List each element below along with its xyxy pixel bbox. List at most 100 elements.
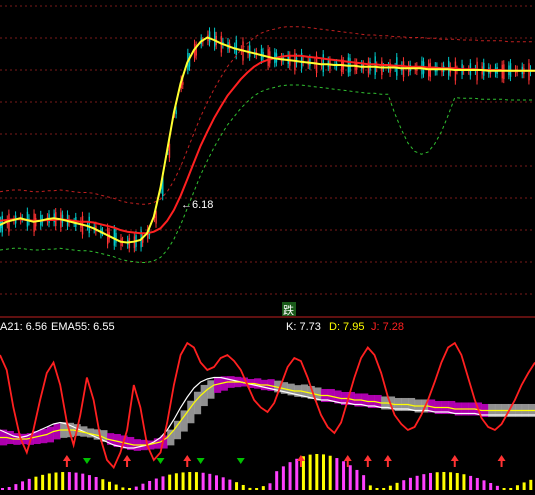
stock-chart: A21: 6.56 EMA55: 6.55 K: 7.73 D: 7.95 J:… [0,0,535,495]
histogram-bar [415,475,419,490]
candle [235,39,238,56]
histogram-bar [108,481,111,490]
histogram-bar [442,472,446,490]
kdj-k-label: K: 7.73 [286,321,321,333]
histogram-bar [148,480,152,490]
histogram-bar [168,474,172,490]
histogram-bar [288,462,292,490]
histogram-bar [228,479,232,490]
histogram-bar [335,458,339,490]
histogram-bar [221,477,225,490]
histogram-bar [301,456,305,490]
histogram-bar [54,472,58,490]
candle [88,216,90,234]
kdj-j-label: J: 7.28 [371,321,404,333]
histogram-bar [34,476,38,490]
histogram-bar [355,469,359,490]
histogram-bar [308,454,312,490]
histogram-bar [121,487,125,490]
candle [454,61,457,81]
candle [175,110,177,115]
candle [249,45,251,57]
histogram-bar [74,472,78,490]
histogram-bar [462,474,466,490]
histogram-bar [529,479,533,490]
histogram-bar [255,488,259,490]
histogram-bar [328,455,332,490]
histogram-bar [395,482,399,490]
histogram-bar [161,476,165,490]
histogram-bar [315,454,319,490]
histogram-bar [362,475,366,490]
histogram-bar [268,483,272,490]
candle [208,31,211,43]
ribbon-segment [173,420,182,440]
histogram-bar [388,485,392,490]
histogram-bar [215,475,218,490]
histogram-bar [449,472,453,490]
histogram-bar [475,477,479,490]
histogram-bar [235,482,239,490]
candle [182,82,184,85]
histogram-bar [41,474,45,490]
ema55-label: EMA55: 6.55 [51,321,115,333]
histogram-bar [21,481,25,490]
histogram-bar [14,484,18,490]
candle [168,143,171,158]
histogram-bar [322,454,325,490]
histogram-bar [469,475,473,490]
histogram-bar [408,477,412,490]
histogram-bar [114,484,118,490]
kdj-d-label: D: 7.95 [329,321,364,333]
histogram-bar [422,474,426,490]
histogram-bar [281,466,285,490]
histogram-bar [275,471,279,490]
histogram-bar [435,472,439,490]
histogram-bar [7,487,11,490]
histogram-bar [1,488,4,490]
candle [322,54,324,73]
histogram-bar [342,461,346,490]
histogram-bar [134,486,138,490]
histogram-bar [194,472,198,490]
histogram-bar [154,478,158,490]
histogram-bar [375,488,379,490]
sell-signal-text: 跌 [283,303,294,317]
ema21-label: A21: 6.56 [0,321,47,333]
histogram-bar [348,465,352,490]
histogram-bar [368,485,372,490]
histogram-bar [201,472,205,490]
candle [476,61,478,81]
histogram-bar [188,472,192,490]
histogram-bar [47,473,51,490]
histogram-bar [27,478,31,490]
histogram-bar [241,484,245,490]
histogram-bar [522,482,526,490]
histogram-bar [495,485,499,490]
histogram-bar [248,487,252,490]
ribbon-segment [207,380,215,399]
candle [374,56,376,75]
histogram-bar [81,473,85,490]
histogram-bar [208,473,212,490]
histogram-bar [489,482,493,490]
histogram-bar [67,472,71,490]
histogram-bar [61,472,65,490]
ribbon-segment [167,429,175,446]
histogram-bar [515,485,519,490]
low-price-marker: ←6.18 [181,199,213,211]
histogram-bar [101,479,105,490]
candle [8,213,10,232]
histogram-bar [429,472,432,490]
histogram-bar [141,483,145,490]
histogram-bar [295,458,299,490]
candle [33,213,35,232]
histogram-bar [502,488,506,490]
histogram-bar [181,472,185,490]
histogram-bar [402,480,406,490]
histogram-bar [128,488,132,490]
histogram-bar [174,473,178,490]
histogram-bar [382,488,386,490]
histogram-bar [482,480,486,490]
histogram-bar [509,488,513,490]
